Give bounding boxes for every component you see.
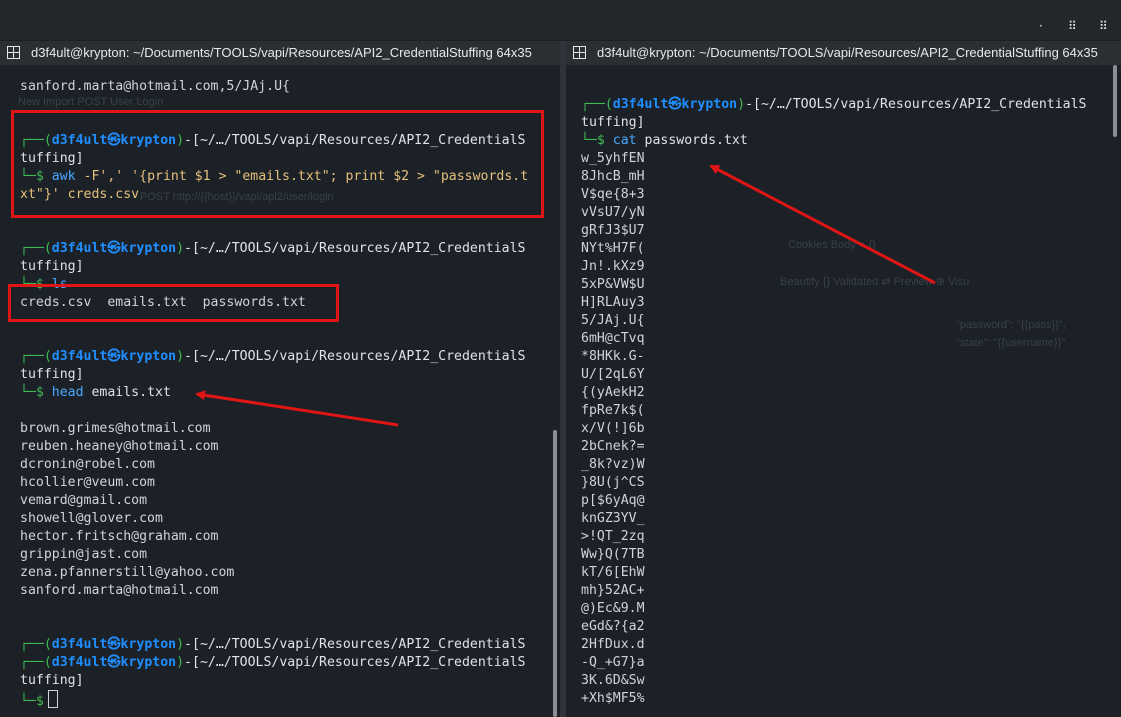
annotation-arrows (195, 164, 936, 427)
arrow-to-cat-command (709, 164, 936, 285)
arrow-to-head-command (195, 390, 399, 427)
